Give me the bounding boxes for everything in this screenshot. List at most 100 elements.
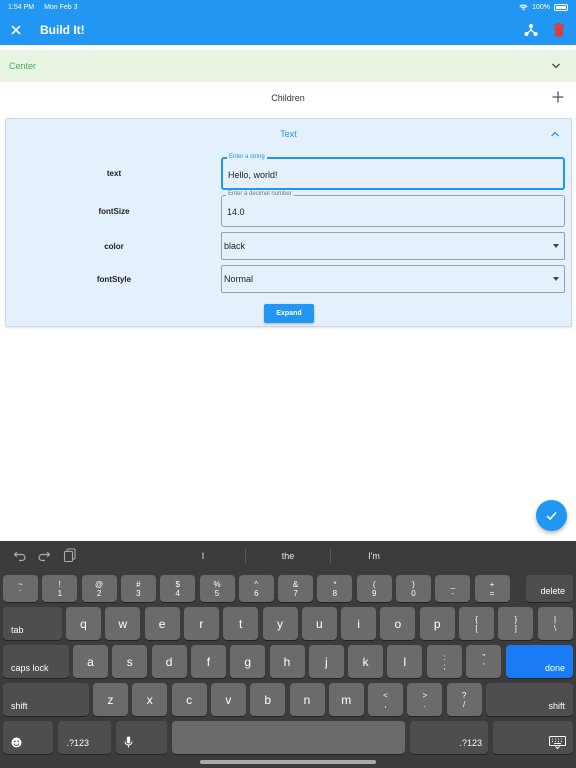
suggestion-3[interactable]: I'm [331, 541, 417, 571]
letter-key-f[interactable]: f [190, 645, 226, 678]
fontstyle-dropdown[interactable]: Normal [221, 265, 565, 293]
number-row-key[interactable]: ^ 6 [238, 575, 274, 602]
key-char: k [362, 654, 369, 669]
onscreen-keyboard: I the I'm delete tab caps lock done shif… [0, 541, 576, 768]
letter-key-b[interactable]: b [250, 683, 286, 716]
letter-key-v[interactable]: v [210, 683, 246, 716]
letter-key-u[interactable]: u [301, 607, 337, 640]
number-row-key[interactable]: #3 [120, 575, 156, 602]
confirm-fab-button[interactable] [536, 500, 567, 531]
letter-key-o[interactable]: o [380, 607, 416, 640]
prop-label-color: color [104, 242, 124, 251]
delete-key-label: delete [540, 586, 565, 596]
symbol-key[interactable]: | \ [537, 607, 573, 640]
letter-key-i[interactable]: i [341, 607, 377, 640]
number-row-key[interactable]: & 7 [278, 575, 314, 602]
numbers-key-left[interactable]: .?123 [58, 721, 111, 754]
text-input-field[interactable]: Enter a string Hello, world! [221, 154, 565, 190]
number-row-key[interactable]: $4 [160, 575, 196, 602]
letter-key-x[interactable]: x [132, 683, 168, 716]
number-row-key[interactable]: @2 [81, 575, 117, 602]
tree-button[interactable] [522, 21, 540, 39]
key-bottom-char: 0 [411, 588, 416, 598]
clipboard-icon[interactable] [63, 548, 77, 562]
number-row-key[interactable]: * 8 [317, 575, 353, 602]
tab-key[interactable]: tab [3, 607, 62, 640]
fontsize-input-field[interactable]: Enter a decimal number 14.0 [221, 191, 565, 227]
key-char: w [118, 616, 128, 631]
letter-key-d[interactable]: d [151, 645, 187, 678]
delete-button[interactable] [550, 21, 568, 39]
number-row-key[interactable]: ) 0 [396, 575, 431, 602]
letter-key-m[interactable]: m [328, 683, 364, 716]
done-key-label: done [544, 663, 565, 673]
suggestion-2[interactable]: the [246, 541, 330, 571]
shift-right-key[interactable]: shift [486, 683, 573, 716]
status-time: 1:54 PM [8, 3, 35, 11]
text-panel-header[interactable]: Text [6, 119, 571, 149]
letter-key-c[interactable]: c [171, 683, 207, 716]
symbol-key[interactable]: }] [498, 607, 534, 640]
fontsize-input-value[interactable]: 14.0 [227, 207, 245, 217]
letter-key-y[interactable]: y [262, 607, 298, 640]
key-top-char: | [554, 614, 557, 624]
symbol-key[interactable]: <, [368, 683, 403, 716]
symbol-key[interactable]: :; [427, 645, 462, 678]
emoji-key[interactable] [3, 721, 53, 754]
done-key[interactable]: done [506, 645, 573, 678]
chevron-up-icon[interactable] [549, 128, 561, 140]
letter-key-h[interactable]: h [269, 645, 305, 678]
suggestion-1[interactable]: I [162, 541, 244, 571]
redo-icon[interactable] [37, 548, 51, 562]
undo-icon[interactable] [13, 548, 27, 562]
number-row-key[interactable]: ~ ` [3, 575, 38, 602]
letter-key-r[interactable]: r [183, 607, 219, 640]
key-char: f [206, 654, 211, 669]
center-widget-row[interactable]: Center [0, 50, 576, 82]
symbol-key[interactable]: {[ [459, 607, 494, 640]
letter-key-g[interactable]: g [230, 645, 266, 678]
space-key[interactable] [172, 721, 405, 754]
add-child-icon[interactable] [551, 90, 565, 104]
shift-left-key[interactable]: shift [3, 683, 89, 716]
letter-key-s[interactable]: s [112, 645, 148, 678]
key-bottom-char: 1 [57, 588, 63, 598]
letter-key-t[interactable]: t [223, 607, 259, 640]
key-char: e [158, 616, 166, 631]
letter-key-j[interactable]: j [308, 645, 344, 678]
letter-key-l[interactable]: l [387, 645, 423, 678]
symbol-key[interactable]: " ' [466, 645, 502, 678]
number-row-key[interactable]: % 5 [199, 575, 235, 602]
letter-key-n[interactable]: n [289, 683, 325, 716]
key-top-char: " [482, 652, 486, 662]
dictation-key[interactable] [116, 721, 167, 754]
numbers-key-right[interactable]: .?123 [410, 721, 488, 754]
letter-key-p[interactable]: p [419, 607, 455, 640]
key-bottom-char: . [423, 699, 426, 709]
text-input-value[interactable]: Hello, world! [228, 170, 278, 180]
key-bottom-char: 5 [214, 588, 220, 598]
letter-key-w[interactable]: w [105, 607, 141, 640]
letter-key-a[interactable]: a [73, 645, 108, 678]
key-bottom-char: \ [553, 623, 557, 633]
close-button[interactable] [0, 14, 32, 45]
caps-lock-key[interactable]: caps lock [3, 645, 69, 678]
fontsize-input-hint: Enter a decimal number [226, 191, 294, 197]
number-row-key[interactable]: + = [474, 575, 510, 602]
symbol-key[interactable]: ? / [446, 683, 482, 716]
number-row-key[interactable]: (9 [356, 575, 392, 602]
chevron-down-icon[interactable] [550, 60, 562, 72]
symbol-key[interactable]: >. [407, 683, 443, 716]
wifi-icon [519, 4, 528, 11]
delete-key[interactable]: delete [526, 575, 573, 602]
expand-button[interactable]: Expand [264, 304, 314, 323]
hide-keyboard-key[interactable] [493, 721, 573, 754]
key-char: d [165, 654, 173, 669]
color-dropdown[interactable]: black [221, 232, 565, 260]
letter-key-e[interactable]: e [144, 607, 180, 640]
letter-key-q[interactable]: q [66, 607, 101, 640]
number-row-key[interactable]: ! 1 [42, 575, 78, 602]
letter-key-k[interactable]: k [348, 645, 384, 678]
letter-key-z[interactable]: z [93, 683, 128, 716]
number-row-key[interactable]: _ - [435, 575, 471, 602]
